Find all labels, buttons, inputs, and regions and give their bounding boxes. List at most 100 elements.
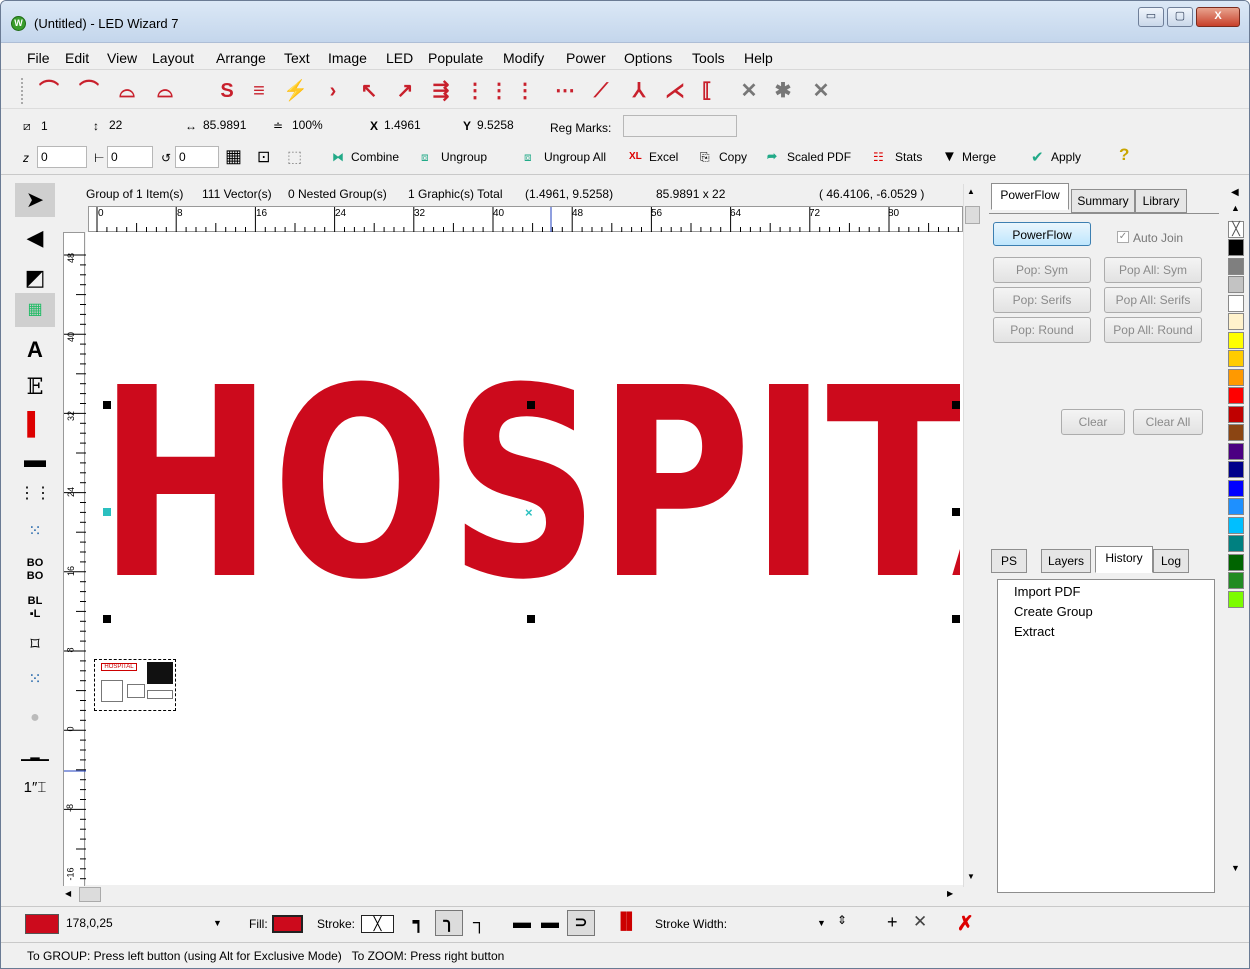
minimize-button[interactable]: ▭ — [1138, 7, 1164, 27]
zigzag-icon[interactable]: ⚡ — [283, 79, 308, 103]
merge-button[interactable]: Merge — [962, 146, 996, 168]
x-alt-icon[interactable]: ✕ — [809, 79, 833, 103]
ruler-tool-icon[interactable]: ▁▂▁ — [15, 737, 55, 771]
snap-icon[interactable]: ⊡ — [257, 147, 270, 167]
resize-handle-tr[interactable] — [952, 401, 960, 409]
powerflow-button[interactable]: PowerFlow — [993, 222, 1091, 246]
combine-button[interactable]: Combine — [351, 146, 399, 168]
arc-tool-icon[interactable]: ⌒ — [37, 79, 61, 103]
current-color-swatch[interactable] — [25, 914, 59, 934]
history-item[interactable]: Extract — [1014, 624, 1054, 639]
scroll-right-icon[interactable]: ▶ — [947, 889, 953, 898]
dots-3-icon[interactable]: ⋮ — [513, 79, 537, 103]
palette-down-icon[interactable]: ▼ — [1231, 863, 1240, 873]
palette-swatch[interactable] — [1228, 387, 1244, 404]
vertical-scrollbar[interactable]: ▲ ▼ — [963, 184, 981, 887]
palette-up-icon[interactable]: ▲ — [1231, 203, 1240, 213]
add-icon[interactable]: + — [887, 912, 898, 933]
x-star-icon[interactable]: ✱ — [771, 79, 795, 103]
maximize-button[interactable]: ▢ — [1167, 7, 1193, 27]
pop-all-serifs-button[interactable]: Pop All: Serifs — [1104, 287, 1202, 313]
join-miter-icon[interactable]: ┑ — [413, 912, 424, 933]
palette-swatch[interactable] — [1228, 442, 1244, 460]
stroke-width-spin-icon[interactable]: ⇕ — [837, 913, 847, 927]
palette-swatch[interactable] — [1228, 516, 1244, 534]
vscroll-thumb[interactable] — [965, 206, 980, 224]
palette-swatch[interactable] — [1228, 313, 1244, 330]
scroll-down-icon[interactable]: ▼ — [967, 872, 975, 881]
resize-handle-tl[interactable] — [103, 401, 111, 409]
menu-help[interactable]: Help — [744, 50, 773, 66]
width-field[interactable]: 85.9891 — [200, 115, 268, 137]
tab-ps[interactable]: PS — [991, 549, 1027, 573]
transform-icon[interactable]: ◩ — [15, 261, 55, 295]
bl-tool-icon[interactable]: BL ▪L — [15, 591, 55, 625]
close-button[interactable]: X — [1196, 7, 1240, 27]
palette-swatch[interactable] — [1228, 498, 1244, 515]
pop-serifs-button[interactable]: Pop: Serifs — [993, 287, 1091, 313]
bracket-icon[interactable]: ⟦ — [695, 79, 719, 103]
resize-handle-br[interactable] — [952, 615, 960, 623]
fill-swatch[interactable] — [272, 915, 303, 933]
palette-swatch[interactable] — [1228, 405, 1244, 423]
reg-marks-field[interactable] — [623, 115, 737, 137]
menu-view[interactable]: View — [107, 50, 137, 66]
palette-swatch[interactable] — [1228, 461, 1244, 478]
no-color-swatch[interactable]: ╳ — [1228, 221, 1244, 238]
dome-tool-2-icon[interactable]: ⌓ — [153, 79, 177, 103]
palette-swatch[interactable] — [1228, 535, 1244, 552]
pop-sym-button[interactable]: Pop: Sym — [993, 257, 1091, 283]
stroke-behind-icon[interactable]: ▐▌ — [615, 913, 638, 931]
menu-file[interactable]: File — [27, 50, 50, 66]
node-select-icon[interactable]: ◀ — [15, 221, 55, 255]
tab-powerflow[interactable]: PowerFlow — [991, 183, 1069, 210]
color-value-combo[interactable]: 178,0,25 — [63, 913, 231, 935]
spread-icon[interactable]: ⇶ — [429, 79, 453, 103]
stats-button[interactable]: Stats — [895, 146, 922, 168]
bo-tool-icon[interactable]: BO BO — [15, 553, 55, 587]
pop-all-sym-button[interactable]: Pop All: Sym — [1104, 257, 1202, 283]
tab-layers[interactable]: Layers — [1041, 549, 1091, 573]
fill-bar-icon[interactable]: ▬ — [15, 443, 55, 477]
text-tool-icon[interactable]: A — [15, 333, 55, 367]
palette-swatch[interactable] — [1228, 276, 1244, 293]
palette-swatch[interactable] — [1228, 590, 1244, 608]
palette-swatch[interactable] — [1228, 368, 1244, 386]
delete-color-icon[interactable]: ✗ — [957, 911, 974, 936]
palette-swatch[interactable] — [1228, 479, 1244, 497]
cross-angle-icon[interactable]: ⋌ — [663, 79, 687, 103]
select-arrow-icon[interactable]: ➤ — [15, 183, 55, 217]
palette-swatch[interactable] — [1228, 331, 1244, 349]
resize-handle-bc[interactable] — [527, 615, 535, 623]
dots-2-icon[interactable]: ⋮ — [487, 79, 511, 103]
cap-butt-icon[interactable]: ▬ — [513, 912, 531, 933]
arc-tool-2-icon[interactable]: ⌒ — [77, 79, 101, 103]
x-icon[interactable]: ✕ — [737, 79, 761, 103]
font-tool-icon[interactable]: 𝔼 — [15, 371, 55, 405]
join-bevel-icon[interactable]: ┐ — [473, 912, 486, 933]
tab-summary[interactable]: Summary — [1071, 189, 1135, 213]
ungroup-all-button[interactable]: Ungroup All — [544, 146, 606, 168]
menu-arrange[interactable]: Arrange — [216, 50, 266, 66]
apply-button[interactable]: Apply — [1051, 146, 1081, 168]
rotate-field[interactable]: 0 — [175, 146, 219, 168]
stripe-icon[interactable]: ≡ — [247, 79, 271, 103]
bend-left-icon[interactable]: ↖ — [357, 79, 381, 103]
y-field[interactable]: 9.5258 — [474, 115, 544, 137]
join-round-icon[interactable]: ╮ — [435, 910, 463, 936]
palette-swatch[interactable] — [1228, 424, 1244, 441]
palette-swatch[interactable] — [1228, 350, 1244, 367]
palette-swatch[interactable] — [1228, 294, 1244, 312]
chevron-right-icon[interactable]: › — [321, 79, 345, 103]
angle-icon[interactable]: ⅄ — [627, 79, 651, 103]
pop-round-button[interactable]: Pop: Round — [993, 317, 1091, 343]
drawing-canvas[interactable]: HOSPITAL × HOSPITAL — [86, 232, 963, 885]
zoom-field[interactable]: 100% — [289, 115, 357, 137]
copy-button[interactable]: Copy — [719, 146, 747, 168]
bend-right-icon[interactable]: ↗ — [393, 79, 417, 103]
power-icon[interactable]: ⁙ — [15, 663, 55, 697]
palette-left-icon[interactable]: ◀ — [1231, 187, 1239, 198]
auto-join-checkbox[interactable]: ✓ — [1117, 231, 1129, 243]
x-field[interactable]: 1.4961 — [381, 115, 451, 137]
menu-tools[interactable]: Tools — [692, 50, 725, 66]
